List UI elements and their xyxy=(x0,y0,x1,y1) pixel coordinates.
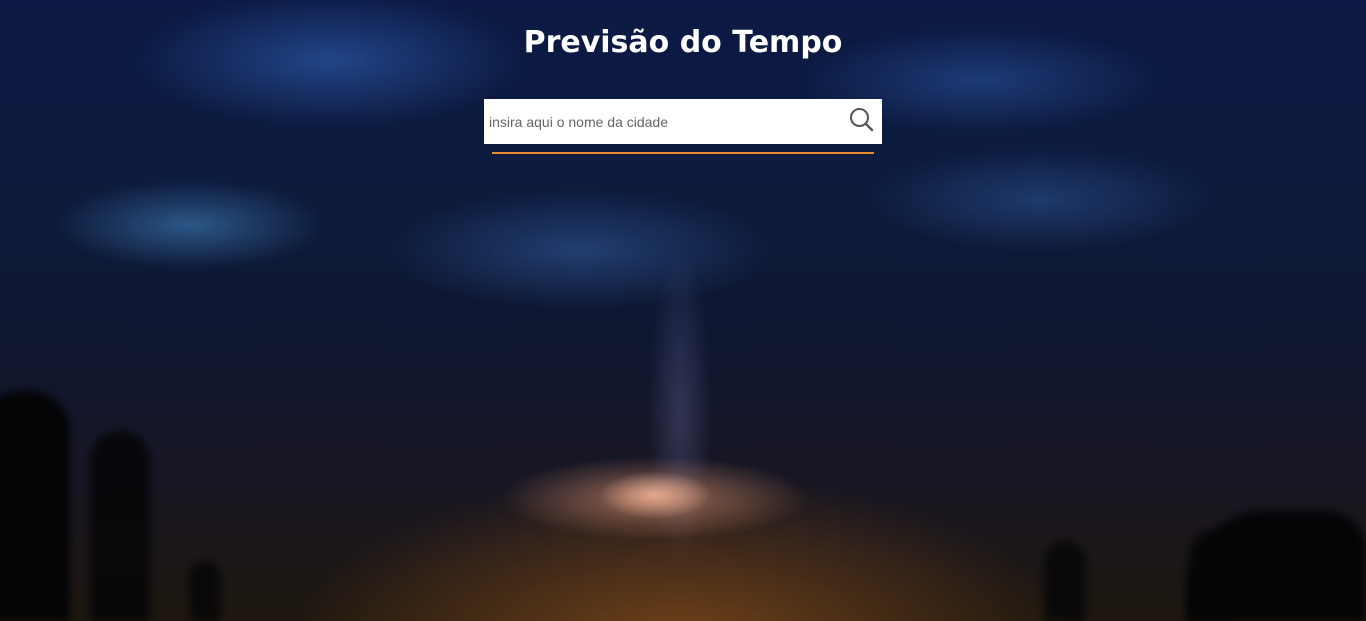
main-content: Previsão do Tempo xyxy=(0,0,1366,621)
page-title: Previsão do Tempo xyxy=(523,25,843,60)
search-input[interactable] xyxy=(484,99,834,144)
search-bar xyxy=(484,99,882,144)
search-underline-divider xyxy=(492,152,874,154)
search-icon[interactable] xyxy=(848,106,876,134)
